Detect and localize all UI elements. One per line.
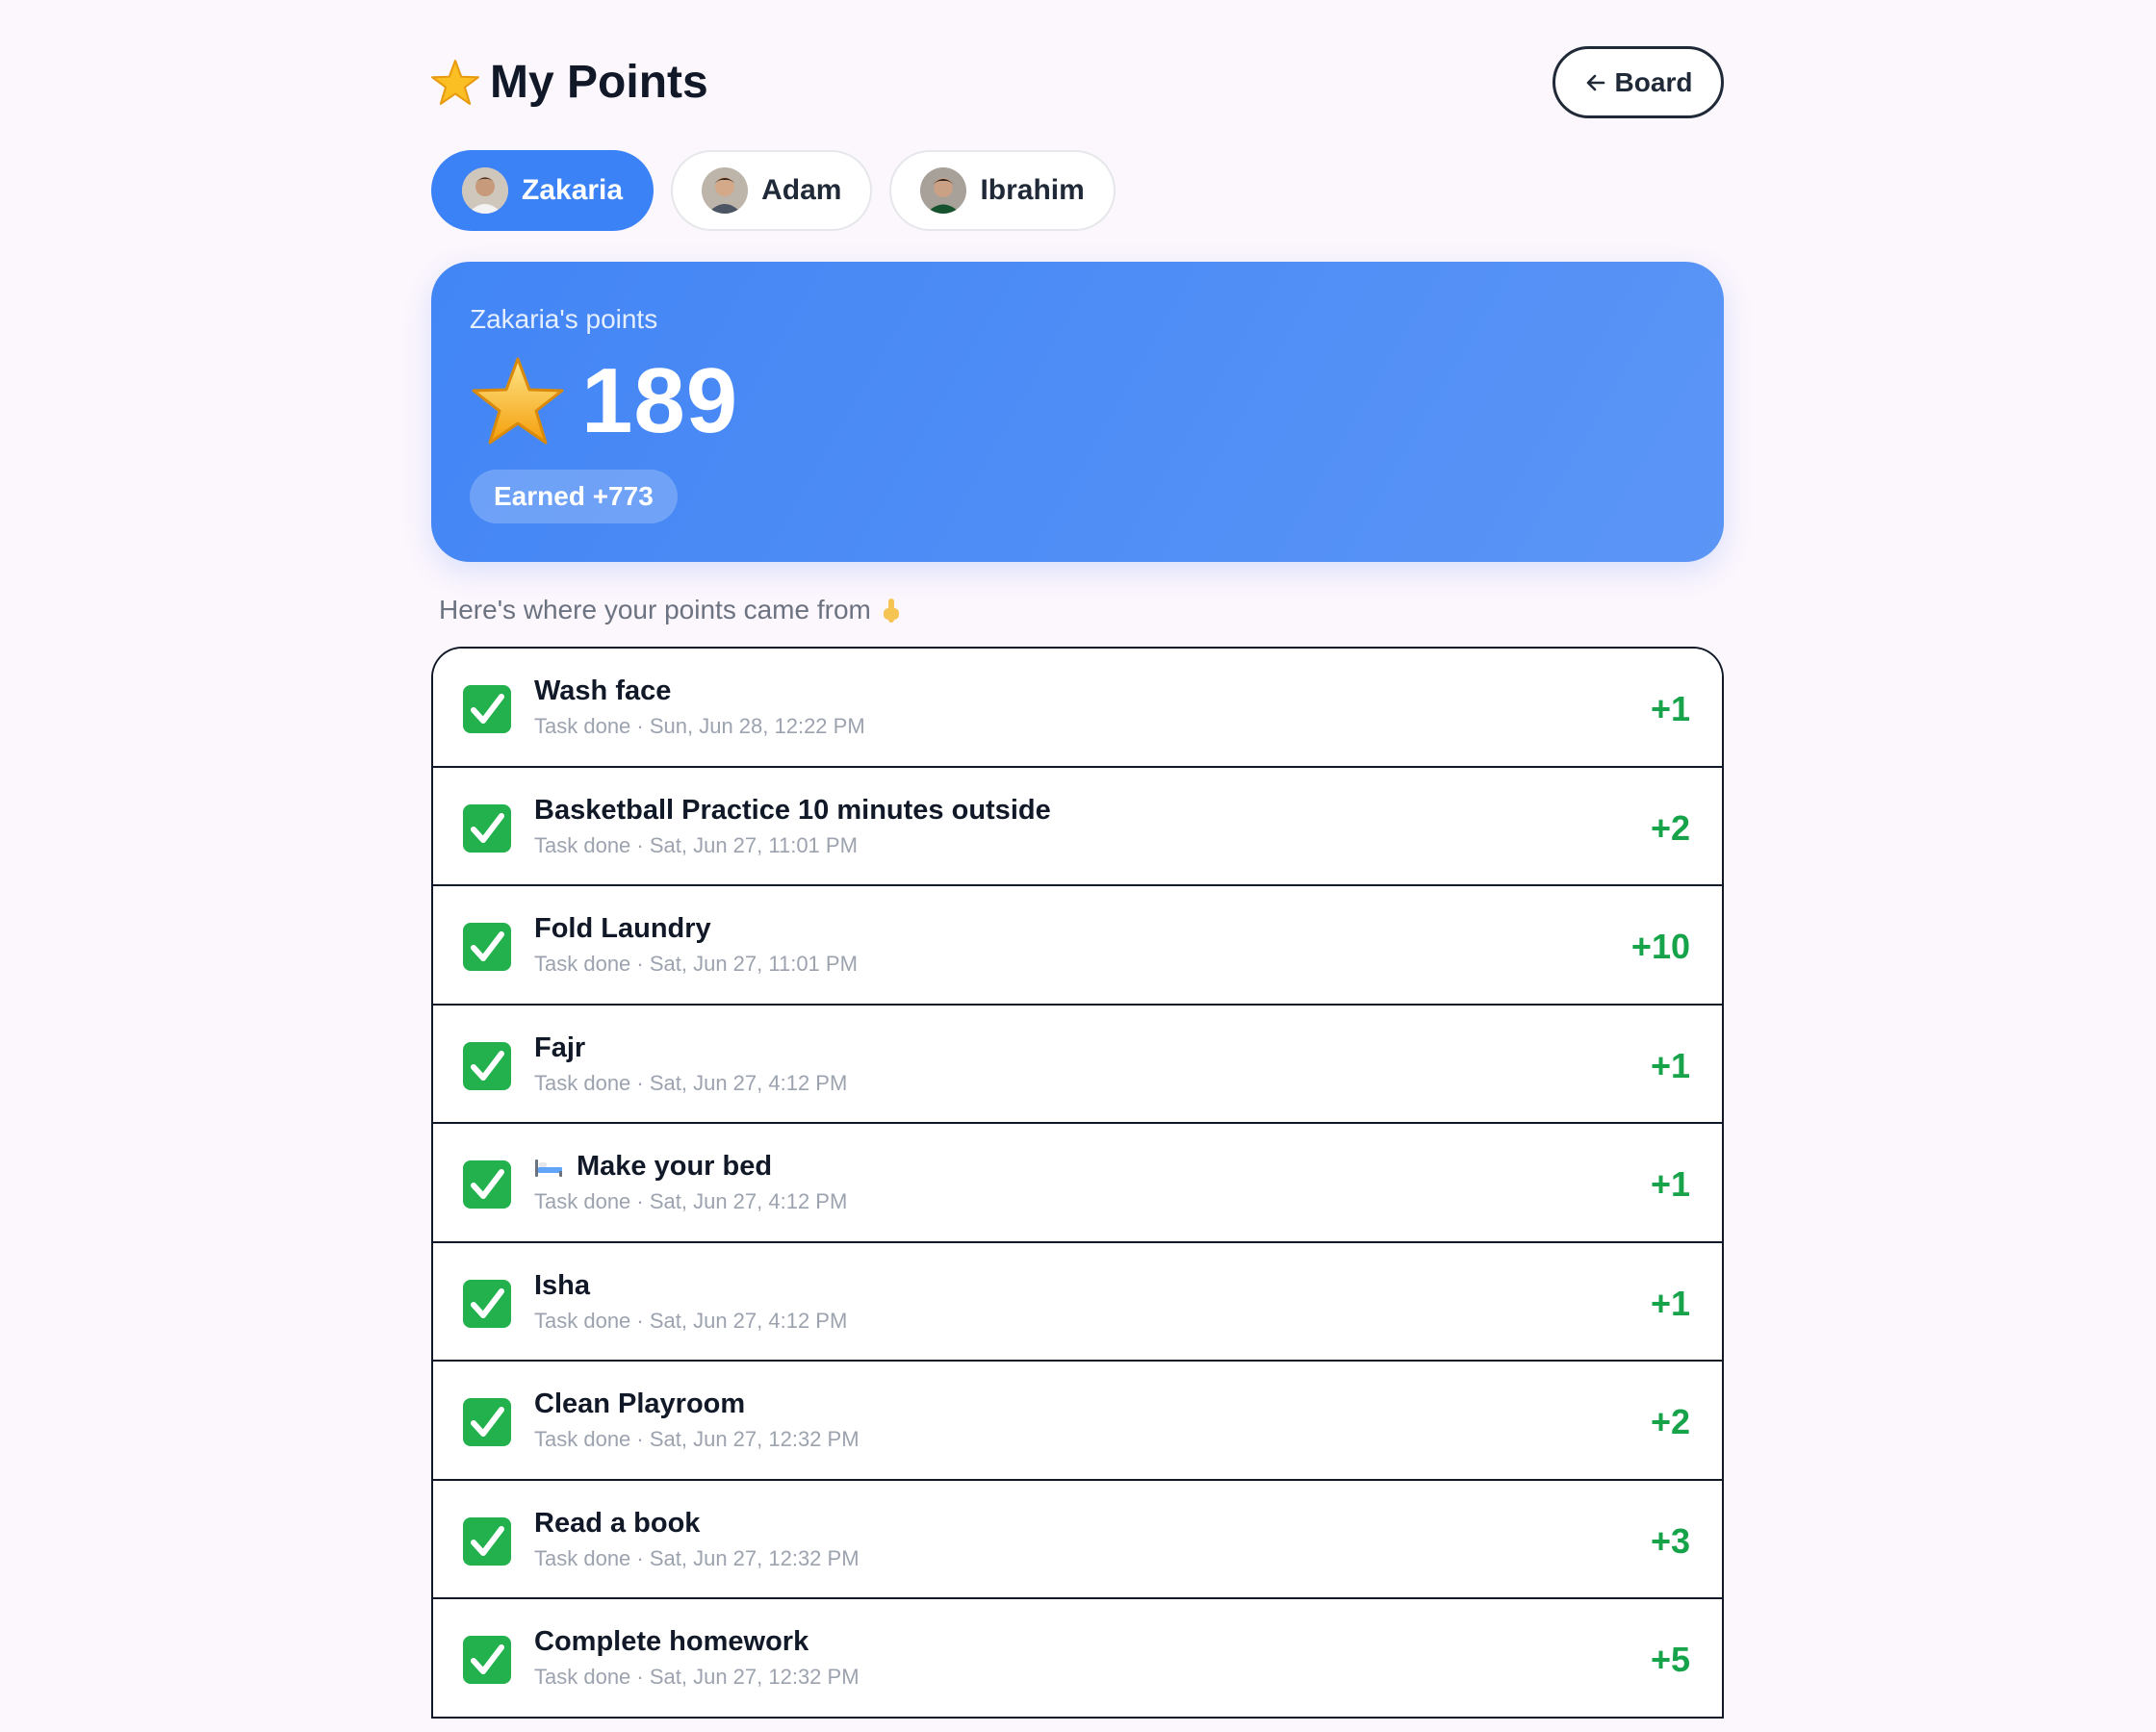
task-title: Fold Laundry xyxy=(534,913,711,945)
avatar xyxy=(702,167,749,214)
task-points: +3 xyxy=(1650,1520,1690,1561)
task-title-text: Wash face xyxy=(534,675,672,706)
task-title: Basketball Practice 10 minutes outside xyxy=(534,795,1051,827)
points-history-list: Wash face Task done · Sun, Jun 28, 12:22… xyxy=(431,647,1724,1719)
star-icon xyxy=(472,357,564,445)
task-title-text: Isha xyxy=(534,1269,591,1301)
task-title-text: Fajr xyxy=(534,1032,586,1063)
task-title: Read a book xyxy=(534,1508,700,1540)
list-item: Isha Task done · Sat, Jun 27, 4:12 PM +1 xyxy=(433,1242,1722,1362)
arrow-left-icon xyxy=(1586,74,1604,90)
list-item: Fajr Task done · Sat, Jun 27, 4:12 PM +1 xyxy=(433,1005,1722,1124)
tab-label: Ibrahim xyxy=(980,174,1085,206)
task-points: +1 xyxy=(1650,689,1690,728)
history-hint-text: Here's where your points came from xyxy=(439,595,871,624)
check-mark-icon xyxy=(463,1041,511,1090)
task-points: +1 xyxy=(1650,1164,1690,1204)
earned-badge: Earned +773 xyxy=(470,470,678,523)
list-item: Basketball Practice 10 minutes outside T… xyxy=(433,767,1722,886)
tab-zakaria[interactable]: Zakaria xyxy=(431,150,654,231)
list-item: Wash face Task done · Sun, Jun 28, 12:22… xyxy=(433,649,1722,768)
pointing-down-icon xyxy=(883,599,899,623)
avatar xyxy=(920,167,967,214)
list-item: Clean Playroom Task done · Sat, Jun 27, … xyxy=(433,1362,1722,1481)
task-title: Fajr xyxy=(534,1032,585,1064)
header: My Points Board xyxy=(430,46,1724,123)
tab-label: Adam xyxy=(761,174,842,206)
points-card: Zakaria's points 189 Earned +773 xyxy=(431,262,1724,562)
board-button-label: Board xyxy=(1614,66,1693,97)
task-meta: Task done · Sat, Jun 27, 12:32 PM xyxy=(534,1545,860,1570)
task-title: Clean Playroom xyxy=(534,1388,745,1420)
task-meta: Task done · Sat, Jun 27, 4:12 PM xyxy=(534,1189,848,1213)
kid-tabs: Zakaria Adam Ibrahim xyxy=(431,150,1116,231)
points-number: 189 xyxy=(581,349,739,452)
check-mark-icon xyxy=(463,1636,511,1684)
bed-icon xyxy=(535,1159,562,1177)
task-title-text: Complete homework xyxy=(534,1626,809,1657)
check-mark-icon xyxy=(463,803,511,853)
page-title-text: My Points xyxy=(490,57,708,108)
task-points: +1 xyxy=(1650,1283,1690,1323)
task-title-text: Basketball Practice 10 minutes outside xyxy=(534,794,1051,826)
task-points: +5 xyxy=(1650,1640,1690,1679)
task-title: Wash face xyxy=(534,675,671,707)
avatar xyxy=(462,167,508,214)
points-label: Zakaria's points xyxy=(470,304,658,334)
task-meta: Task done · Sat, Jun 27, 12:32 PM xyxy=(534,1665,860,1689)
task-points: +10 xyxy=(1630,927,1690,966)
tab-ibrahim[interactable]: Ibrahim xyxy=(889,150,1116,231)
list-item: Make your bed Task done · Sat, Jun 27, 4… xyxy=(433,1124,1722,1243)
check-mark-icon xyxy=(463,685,511,733)
task-points: +1 xyxy=(1650,1045,1690,1085)
tab-adam[interactable]: Adam xyxy=(671,150,873,231)
check-mark-icon xyxy=(463,1516,511,1566)
history-hint: Here's where your points came from xyxy=(439,595,902,625)
tab-label: Zakaria xyxy=(522,174,624,206)
task-title: Isha xyxy=(534,1270,590,1302)
page-title: My Points xyxy=(430,56,708,109)
task-meta: Task done · Sun, Jun 28, 12:22 PM xyxy=(534,714,865,738)
task-meta: Task done · Sat, Jun 27, 4:12 PM xyxy=(534,1070,848,1095)
points-total: 189 xyxy=(470,348,738,454)
task-title: Make your bed xyxy=(534,1151,772,1183)
check-mark-icon xyxy=(463,1279,511,1328)
star-icon xyxy=(431,59,479,105)
task-title-text: Read a book xyxy=(534,1507,701,1539)
task-points: +2 xyxy=(1650,1402,1690,1441)
task-meta: Task done · Sat, Jun 27, 11:01 PM xyxy=(534,832,858,857)
list-item: Complete homework Task done · Sat, Jun 2… xyxy=(433,1599,1722,1719)
task-points: +2 xyxy=(1650,807,1690,848)
task-meta: Task done · Sat, Jun 27, 12:32 PM xyxy=(534,1427,860,1451)
check-mark-icon xyxy=(463,1398,511,1446)
check-mark-icon xyxy=(463,1160,511,1209)
list-item: Read a book Task done · Sat, Jun 27, 12:… xyxy=(433,1480,1722,1599)
task-meta: Task done · Sat, Jun 27, 11:01 PM xyxy=(534,952,858,976)
board-button[interactable]: Board xyxy=(1553,46,1724,118)
list-item: Fold Laundry Task done · Sat, Jun 27, 11… xyxy=(433,886,1722,1006)
task-title: Complete homework xyxy=(534,1626,808,1658)
task-title-text: Make your bed xyxy=(577,1151,773,1182)
task-title-text: Fold Laundry xyxy=(534,913,711,944)
task-meta: Task done · Sat, Jun 27, 4:12 PM xyxy=(534,1308,848,1333)
task-title-text: Clean Playroom xyxy=(534,1388,746,1419)
check-mark-icon xyxy=(463,923,511,971)
